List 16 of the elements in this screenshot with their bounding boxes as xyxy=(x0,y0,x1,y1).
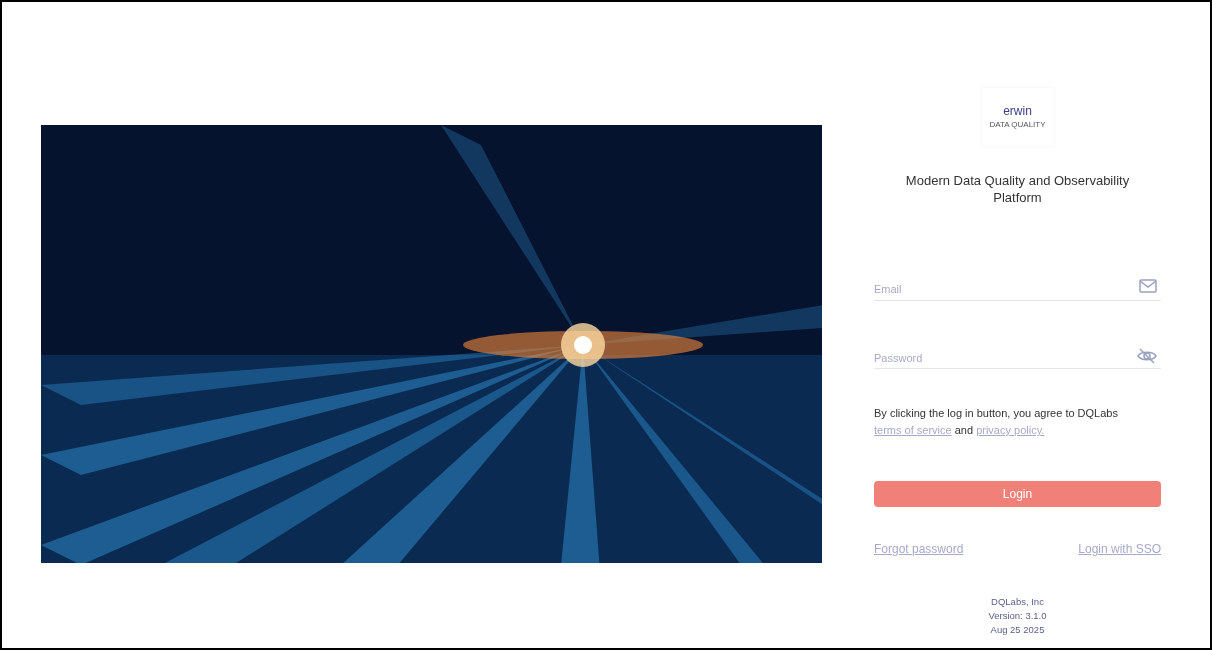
footer-text: Aug 25 2025 xyxy=(990,623,1045,637)
email-field[interactable]: Email xyxy=(874,278,1161,301)
page-title: Modern Data Quality and Observability Platform xyxy=(904,172,1131,206)
sso-login-link[interactable]: Login with SSO xyxy=(1078,540,1161,558)
footer-text: DQLabs, Inc xyxy=(991,595,1044,609)
agreement-text: By clicking the log in button, you agree to DQLabs terms of service and privacy policy. xyxy=(874,406,1119,438)
eye-off-icon[interactable] xyxy=(1137,347,1157,364)
mail-icon xyxy=(1139,279,1157,293)
password-field[interactable]: Password xyxy=(874,347,1161,369)
logo-name: erwin xyxy=(1003,105,1032,117)
forgot-password-link[interactable]: Forgot password xyxy=(874,540,964,558)
privacy-link[interactable]: privacy policy. xyxy=(976,424,1045,436)
terms-link[interactable]: terms of service xyxy=(874,424,952,436)
footer-text: Version: 3.1.0 xyxy=(988,609,1047,623)
logo-subtitle: DATA QUALITY xyxy=(989,121,1046,129)
login-button[interactable]: Login xyxy=(874,481,1161,507)
